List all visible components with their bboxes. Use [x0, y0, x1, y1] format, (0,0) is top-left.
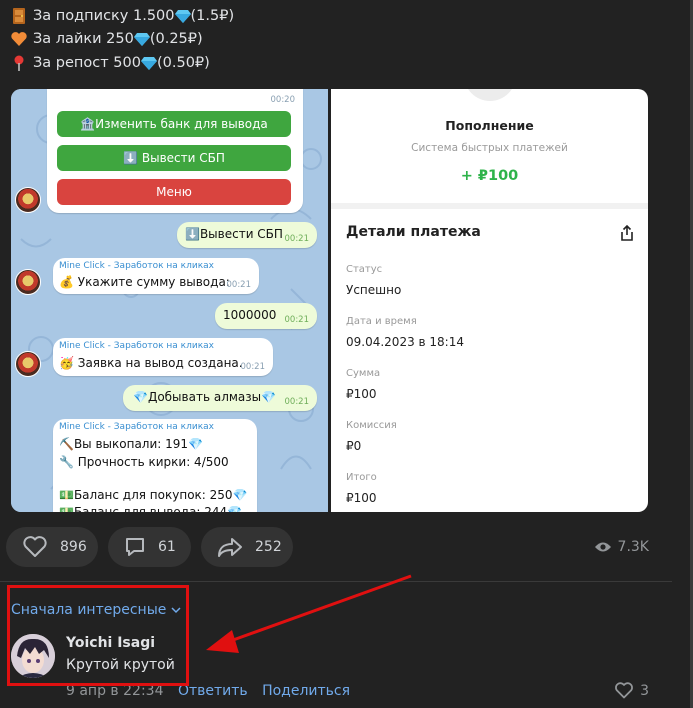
payment-logo	[464, 89, 516, 101]
post-line-price: (0.50₽)	[156, 54, 210, 71]
message-sender: Mine Click - Заработок на кликах	[59, 261, 214, 271]
status-value: Успешно	[346, 283, 402, 297]
comment-button[interactable]: 61	[108, 527, 191, 567]
view-count: 7.3K	[617, 539, 649, 555]
gem-icon	[133, 33, 150, 47]
receipt-subtitle: Система быстрых платежей	[411, 142, 568, 154]
commission-value: ₽0	[346, 439, 362, 453]
bot-avatar	[15, 269, 41, 295]
message-time: 00:21	[240, 362, 266, 372]
message-time: 00:20	[270, 95, 296, 105]
message-time: 00:21	[226, 280, 252, 290]
status-label: Статус	[346, 264, 383, 275]
commission-label: Комиссия	[346, 420, 397, 431]
heart-emoji-icon	[11, 32, 27, 47]
annotation-highlight-box	[7, 585, 189, 686]
comment-like-button[interactable]: 3	[614, 682, 649, 699]
outgoing-message: 1000000 00:21	[215, 303, 317, 329]
total-label: Итого	[346, 472, 377, 483]
sum-label: Сумма	[346, 368, 381, 379]
gem-icon	[140, 56, 157, 70]
post-line-price: (1.5₽)	[190, 7, 235, 24]
menu-button[interactable]: Меню	[57, 179, 291, 205]
outgoing-message: ⬇️Вывести СБП 00:21	[177, 222, 317, 248]
message-time: 00:21	[284, 397, 310, 407]
heart-icon	[23, 536, 47, 557]
share-link[interactable]: Поделиться	[262, 683, 350, 699]
like-button[interactable]: 896	[6, 527, 98, 567]
incoming-message: Mine Click - Заработок на кликах ⛏️Вы вы…	[53, 419, 257, 512]
message-sender: Mine Click - Заработок на кликах	[59, 422, 214, 432]
datetime-label: Дата и время	[346, 316, 417, 327]
message-text: 💎Добывать алмазы💎	[133, 390, 277, 404]
incoming-message: Mine Click - Заработок на кликах 🥳 Заявк…	[53, 338, 273, 376]
share-icon[interactable]	[618, 224, 636, 242]
details-title: Детали платежа	[346, 224, 481, 240]
share-count: 252	[255, 539, 282, 555]
outgoing-message: 💎Добывать алмазы💎 00:21	[123, 385, 317, 411]
eye-icon	[594, 542, 611, 552]
heart-icon	[615, 682, 633, 699]
like-count: 896	[60, 539, 87, 555]
post-line-text: За подписку 1.500	[33, 7, 175, 24]
post-text: За подписку 1.500 (1.5₽) За лайки 250 (0…	[10, 4, 234, 75]
post-line-text: За лайки 250	[33, 31, 134, 48]
attachment-telegram-screenshot[interactable]: 00:20 🏦Изменить банк для вывода ⬇️ Вывес…	[11, 89, 328, 512]
withdraw-sbp-button[interactable]: ⬇️ Вывести СБП	[57, 145, 291, 171]
door-emoji-icon	[13, 7, 25, 24]
sum-value: ₽100	[346, 387, 377, 401]
bot-avatar	[15, 351, 41, 377]
message-time: 00:21	[284, 315, 310, 325]
message-line: ⛏️Вы выкопали: 191💎	[59, 437, 203, 451]
message-text: ⬇️Вывести СБП	[185, 227, 283, 241]
post-line-text: За репост 500	[33, 54, 141, 71]
divider	[0, 581, 672, 582]
receipt-amount: + ₽100	[460, 168, 519, 184]
attachment-payment-receipt[interactable]: Пополнение Система быстрых платежей + ₽1…	[331, 89, 648, 512]
gem-icon	[174, 9, 191, 23]
message-text: 1000000	[223, 308, 277, 322]
post-line-price: (0.25₽)	[149, 31, 203, 48]
incoming-message: Mine Click - Заработок на кликах 💰 Укажи…	[53, 258, 259, 294]
comment-count: 61	[158, 539, 176, 555]
pin-emoji-icon	[14, 55, 24, 71]
total-value: ₽100	[346, 491, 377, 505]
comment-like-count: 3	[640, 682, 649, 699]
message-sender: Mine Click - Заработок на кликах	[59, 341, 214, 351]
post-line-subscribe: За подписку 1.500 (1.5₽)	[10, 4, 234, 28]
message-time: 00:21	[284, 234, 310, 244]
change-bank-button[interactable]: 🏦Изменить банк для вывода	[57, 111, 291, 137]
comment-icon	[126, 538, 144, 556]
view-counter: 7.3K	[594, 539, 649, 555]
post-line-likes: За лайки 250 (0.25₽)	[10, 28, 234, 52]
message-line: 🔧 Прочность кирки: 4/500	[59, 455, 229, 469]
message-line: 💵Баланс для вывода: 244💎	[59, 505, 243, 512]
receipt-title: Пополнение	[445, 118, 534, 133]
share-arrow-icon	[218, 538, 242, 557]
message-text: 🥳 Заявка на вывод создана.	[59, 356, 243, 370]
message-line: 💵Баланс для покупок: 250💎	[59, 488, 248, 502]
receipt-divider	[331, 203, 648, 209]
post-line-repost: За репост 500 (0.50₽)	[10, 51, 234, 75]
post-actions: 896 61 252 7.3K	[0, 527, 693, 567]
message-text: 💰 Укажите сумму вывода:	[59, 275, 230, 289]
bot-avatar	[15, 187, 41, 213]
datetime-value: 09.04.2023 в 18:14	[346, 335, 464, 349]
share-button[interactable]: 252	[201, 527, 293, 567]
